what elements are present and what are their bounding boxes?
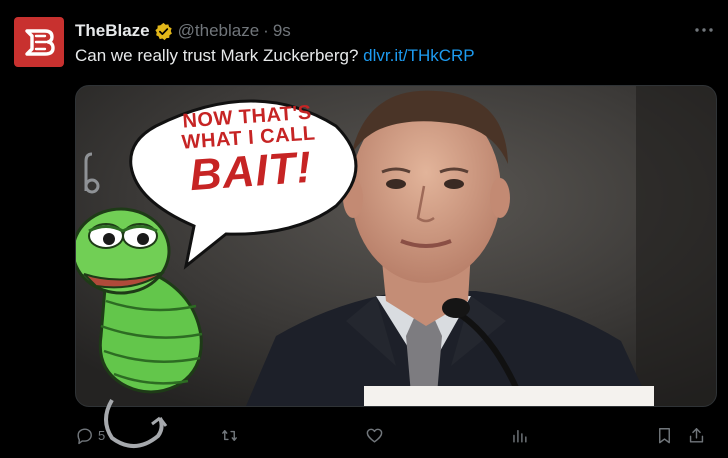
tweet-body: Can we really trust Mark Zuckerberg? <box>75 46 359 65</box>
tweet-text: Can we really trust Mark Zuckerberg? dlv… <box>75 46 708 66</box>
display-name[interactable]: TheBlaze <box>75 21 150 41</box>
repost-button[interactable] <box>220 420 239 450</box>
tweet-link[interactable]: dlvr.it/THkCRP <box>363 46 474 65</box>
reply-icon <box>77 427 92 444</box>
action-bar: 5 <box>75 420 715 450</box>
bookmark-button[interactable] <box>655 420 674 450</box>
bookmark-icon <box>659 427 670 443</box>
verified-badge-icon[interactable] <box>154 22 173 41</box>
separator-dot: · <box>263 21 269 40</box>
tweet-card[interactable]: TheBlaze @theblaze · 9s Can we really tr… <box>0 0 728 458</box>
tweet-image[interactable] <box>75 85 717 407</box>
reply-count: 5 <box>98 427 106 443</box>
more-options-button[interactable] <box>692 18 716 42</box>
handle[interactable]: @theblaze <box>178 21 260 41</box>
views-icon <box>513 429 527 443</box>
blaze-logo-icon <box>25 29 55 56</box>
repost-icon <box>222 429 237 441</box>
like-button[interactable] <box>365 420 384 450</box>
share-icon <box>689 427 704 443</box>
heart-icon <box>366 428 383 443</box>
views-button[interactable] <box>510 420 529 450</box>
avatar[interactable] <box>14 17 64 67</box>
reply-button[interactable]: 5 <box>75 420 105 450</box>
share-button[interactable] <box>687 420 706 450</box>
more-icon <box>695 28 713 32</box>
timestamp[interactable]: 9s <box>273 21 291 41</box>
tweet-header: TheBlaze @theblaze · 9s <box>75 19 688 43</box>
meme-image <box>76 86 716 406</box>
